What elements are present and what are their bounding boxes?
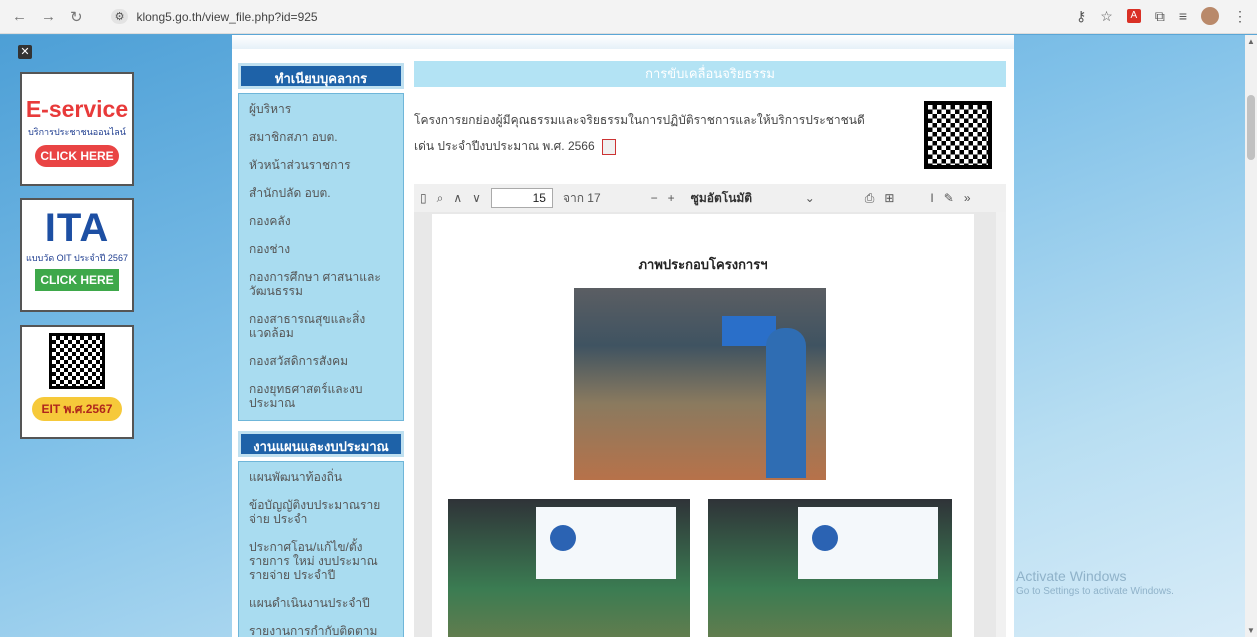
- sidebar: ทำเนียบบุคลากร ผู้บริหาร สมาชิกสภา อบต. …: [238, 63, 404, 637]
- scroll-up-icon[interactable]: ▲: [1247, 37, 1255, 46]
- page-number-input[interactable]: 15: [490, 188, 553, 208]
- pdf-page-heading: ภาพประกอบโครงการฯ: [638, 257, 768, 272]
- photo-speaker: [766, 328, 806, 478]
- reading-list-icon[interactable]: ≡: [1179, 8, 1187, 24]
- content-page: ทำเนียบบุคลากร ผู้บริหาร สมาชิกสภา อบต. …: [232, 35, 1014, 637]
- eservice-banner[interactable]: E-service บริการประชาชนออนไลน์ CLICK HER…: [20, 72, 134, 186]
- scroll-thumb[interactable]: [1247, 95, 1255, 160]
- eservice-click-button[interactable]: CLICK HERE: [35, 145, 119, 167]
- sidebar-item[interactable]: ผู้บริหาร: [249, 98, 393, 126]
- browser-toolbar: ← → ↻ ⚙ klong5.go.th/view_file.php?id=92…: [0, 0, 1257, 34]
- text-select-icon[interactable]: I: [930, 191, 933, 205]
- pdf-file-icon[interactable]: [602, 138, 616, 155]
- eservice-title: E-service: [25, 96, 129, 122]
- nav-buttons: ← → ↻: [12, 8, 83, 26]
- search-icon[interactable]: ⌕: [437, 191, 444, 206]
- sidebar-item[interactable]: กองการศึกษา ศาสนาและ วัฒนธรรม: [249, 266, 393, 308]
- content-heading: การขับเคลื่อนจริยธรรม: [414, 61, 1006, 87]
- eit-banner[interactable]: EIT พ.ศ.2567: [20, 325, 134, 439]
- next-page-icon[interactable]: ∨: [472, 191, 481, 205]
- sidebar-item[interactable]: ข้อบัญญัติงบประมาณรายจ่าย ประจำ: [249, 494, 393, 536]
- description-text: โครงการยกย่องผู้มีคุณธรรมและจริยธรรมในกา…: [414, 113, 865, 153]
- pdf-extension-icon[interactable]: A: [1126, 9, 1141, 23]
- extensions-icon[interactable]: ⧉: [1155, 8, 1165, 25]
- page-scrollbar[interactable]: ▲ ▼: [1245, 35, 1257, 637]
- forward-icon[interactable]: →: [41, 8, 56, 26]
- sidebar-item[interactable]: สมาชิกสภา อบต.: [249, 126, 393, 154]
- sidebar-item[interactable]: กองสาธารณสุขและสิ่ง แวดล้อม: [249, 308, 393, 350]
- sidebar-item[interactable]: กองคลัง: [249, 210, 393, 238]
- sidebar-heading-budget: งานแผนและงบประมาณ: [238, 431, 404, 457]
- sidebar-item[interactable]: กองช่าง: [249, 238, 393, 266]
- pdf-viewer: ▯ ⌕ ∧ ∨ 15 จาก 17 − + ซูมอัตโนมัติ ⌄ ⎙ ⊞…: [414, 184, 1006, 637]
- scroll-down-icon[interactable]: ▼: [1247, 626, 1255, 635]
- watermark-title: Activate Windows: [1016, 568, 1127, 584]
- password-key-icon[interactable]: ⚷: [1076, 8, 1086, 25]
- save-icon[interactable]: ⊞: [884, 191, 894, 205]
- watermark-subtitle: Go to Settings to activate Windows.: [1016, 586, 1174, 597]
- ita-click-button[interactable]: CLICK HERE: [35, 269, 119, 291]
- project-photo-award-2: [708, 499, 952, 637]
- sidebar-list-personnel: ผู้บริหาร สมาชิกสภา อบต. หัวหน้าส่วนราชก…: [238, 93, 404, 421]
- project-photo-award-1: [448, 499, 690, 637]
- sidebar-toggle-icon[interactable]: ▯: [420, 191, 427, 205]
- eservice-subtitle: บริการประชาชนออนไลน์: [28, 127, 126, 137]
- sidebar-item[interactable]: ประกาศโอน/แก้ไข/ตั้งรายการ ใหม่ งบประมาณ…: [249, 536, 393, 592]
- eit-qr-code: [49, 333, 105, 389]
- windows-activation-watermark: Activate Windows Go to Settings to activ…: [1016, 568, 1174, 597]
- document-description: โครงการยกย่องผู้มีคุณธรรมและจริยธรรมในกา…: [414, 107, 884, 159]
- page-total: จาก 17: [562, 190, 601, 205]
- url-text: klong5.go.th/view_file.php?id=925: [136, 9, 318, 24]
- sidebar-item[interactable]: สำนักปลัด อบต.: [249, 182, 393, 210]
- sidebar-heading-personnel: ทำเนียบบุคลากร: [238, 63, 404, 89]
- sidebar-item[interactable]: แผนดำเนินงานประจำปี: [249, 592, 393, 620]
- page-top-strip: [232, 35, 1014, 49]
- photo-backdrop: [536, 507, 676, 579]
- zoom-out-icon[interactable]: −: [651, 191, 658, 205]
- more-tools-icon[interactable]: »: [964, 191, 971, 205]
- sidebar-item[interactable]: หัวหน้าส่วนราชการ: [249, 154, 393, 182]
- eit-button[interactable]: EIT พ.ศ.2567: [32, 397, 122, 421]
- chevron-down-icon: ⌄: [804, 191, 815, 205]
- reload-icon[interactable]: ↻: [70, 8, 83, 26]
- zoom-select[interactable]: ซูมอัตโนมัติ: [691, 189, 795, 208]
- draw-icon[interactable]: ✎: [944, 191, 954, 205]
- browser-actions: ⚷ ☆ A ⧉ ≡ ⋮: [1076, 7, 1247, 25]
- print-icon[interactable]: ⎙: [865, 191, 875, 206]
- close-banner-icon[interactable]: ✕: [18, 45, 32, 59]
- sidebar-item[interactable]: แผนพัฒนาท้องถิ่น: [249, 466, 393, 494]
- profile-avatar[interactable]: [1201, 7, 1219, 25]
- address-bar[interactable]: ⚙ klong5.go.th/view_file.php?id=925: [101, 5, 1061, 29]
- prev-page-icon[interactable]: ∧: [453, 191, 462, 205]
- menu-icon[interactable]: ⋮: [1233, 8, 1247, 25]
- main-content: การขับเคลื่อนจริยธรรม โครงการยกย่องผู้มี…: [414, 61, 1006, 637]
- site-info-icon[interactable]: ⚙: [110, 9, 129, 24]
- ita-subtitle: แบบวัด OIT ประจำปี 2567: [26, 253, 128, 263]
- back-icon[interactable]: ←: [12, 8, 27, 26]
- pdf-scrollbar[interactable]: [996, 212, 1006, 637]
- project-photo-meeting: [574, 288, 826, 480]
- sidebar-item[interactable]: รายงานการกำกับติดตามการ: [249, 620, 393, 637]
- photo-backdrop: [798, 507, 938, 579]
- document-qr-code: [924, 101, 992, 169]
- pdf-page: ภาพประกอบโครงการฯ: [432, 214, 974, 637]
- sidebar-list-budget: แผนพัฒนาท้องถิ่น ข้อบัญญัติงบประมาณรายจ่…: [238, 461, 404, 637]
- ita-banner[interactable]: ITA แบบวัด OIT ประจำปี 2567 CLICK HERE: [20, 198, 134, 312]
- sidebar-item[interactable]: กองสวัสดิการสังคม: [249, 350, 393, 378]
- pdf-toolbar: ▯ ⌕ ∧ ∨ 15 จาก 17 − + ซูมอัตโนมัติ ⌄ ⎙ ⊞…: [414, 184, 1006, 212]
- zoom-in-icon[interactable]: +: [668, 191, 675, 205]
- sidebar-item[interactable]: กองยุทธศาสตร์และงบ ประมาณ: [249, 378, 393, 420]
- ita-logo: ITA: [44, 206, 110, 250]
- bookmark-star-icon[interactable]: ☆: [1100, 8, 1113, 25]
